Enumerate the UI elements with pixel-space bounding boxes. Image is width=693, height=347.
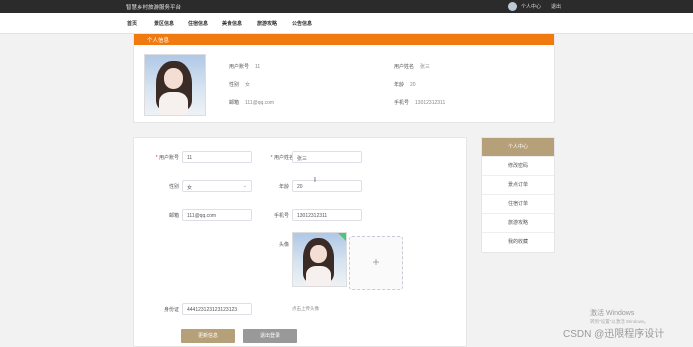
user-center-link[interactable]: 个人中心: [521, 3, 541, 10]
profile-account-label: 用户账号: [229, 64, 250, 70]
avatar-upload-button[interactable]: +: [349, 236, 403, 290]
profile-account: 用户账号 11: [229, 63, 260, 70]
text-cursor-icon: I: [314, 177, 316, 184]
logout-link[interactable]: 退出: [551, 3, 561, 10]
idcard-input[interactable]: 444123123123123123: [182, 303, 252, 315]
profile-age-value: 20: [410, 82, 416, 88]
gender-select[interactable]: 女 ⌄: [182, 180, 252, 192]
profile-email: 邮箱 111@qq.com: [229, 99, 274, 106]
side-menu-item-favorites[interactable]: 我的收藏: [482, 232, 554, 251]
profile-phone-value: 13012312311: [415, 100, 446, 106]
nav-item-lodging[interactable]: 住宿信息: [188, 20, 208, 27]
site-title: 智慧乡村旅游服务平台: [126, 5, 182, 11]
check-badge-icon: [338, 233, 346, 241]
profile-email-label: 邮箱: [229, 100, 240, 106]
profile-age-label: 年龄: [394, 82, 405, 88]
phone-input[interactable]: 13012312311: [292, 209, 362, 221]
profile-gender-value: 女: [245, 82, 251, 88]
side-menu-item-change-password[interactable]: 修改密码: [482, 156, 554, 175]
profile-info-card: 个人信息 用户账号 11 用户姓名 张三 性别女 年龄 20 邮箱 111@qq.com…: [133, 33, 555, 123]
phone-field-label: 手机号: [273, 213, 289, 219]
side-menu-item-user-center[interactable]: 个人中心: [482, 138, 554, 156]
profile-edit-form: * 用户账号 11 * 用户姓名 张三 性别 女 ⌄ 年龄 20 I 邮箱 11…: [133, 137, 467, 347]
age-field-label: 年龄: [278, 184, 289, 190]
plus-icon: +: [372, 255, 380, 269]
profile-name: 用户姓名 张三: [394, 63, 430, 70]
side-menu-item-lodging-orders[interactable]: 住宿订单: [482, 194, 554, 213]
account-input[interactable]: 11: [182, 151, 252, 163]
avatar-field-label: 头像: [278, 242, 289, 248]
profile-phone: 手机号 13012312311: [394, 99, 445, 106]
gender-select-value: 女: [187, 185, 193, 191]
logout-button[interactable]: 退出登录: [243, 329, 297, 343]
user-avatar[interactable]: [507, 2, 517, 11]
profile-name-label: 用户姓名: [394, 64, 415, 70]
profile-account-value: 11: [255, 64, 261, 70]
profile-gender-label: 性别: [229, 82, 240, 88]
nav-item-scenic[interactable]: 景区信息: [154, 20, 174, 27]
nav-item-home[interactable]: 首页: [127, 20, 137, 27]
name-input[interactable]: 张三: [292, 151, 362, 163]
account-field-label: * 用户账号: [155, 155, 179, 161]
email-input[interactable]: 111@qq.com: [182, 209, 252, 221]
windows-activation-title: 激活 Windows: [590, 310, 635, 317]
profile-name-value: 张三: [420, 64, 431, 70]
nav-item-notices[interactable]: 公告信息: [292, 20, 312, 27]
profile-card-title: 个人信息: [147, 38, 170, 44]
age-input[interactable]: 20: [292, 180, 362, 192]
profile-photo: [144, 54, 206, 116]
update-info-button[interactable]: 更新信息: [181, 329, 235, 343]
avatar-upload-hint: 点击上传头像: [292, 306, 319, 311]
side-menu-item-scenic-orders[interactable]: 景点订单: [482, 175, 554, 194]
user-side-menu: 个人中心 修改密码 景点订单 住宿订单 旅游攻略 我的收藏: [481, 137, 555, 253]
top-bar: 智慧乡村旅游服务平台 个人中心 退出: [0, 0, 693, 13]
gender-field-label: 性别: [168, 184, 179, 190]
profile-card-header: 个人信息: [134, 34, 554, 45]
nav-item-food[interactable]: 美食信息: [222, 20, 242, 27]
profile-phone-label: 手机号: [394, 100, 410, 106]
name-field-label: * 用户姓名: [270, 155, 294, 161]
side-menu-item-guides[interactable]: 旅游攻略: [482, 213, 554, 232]
profile-gender: 性别女: [229, 81, 250, 88]
avatar-preview[interactable]: [292, 232, 347, 287]
windows-activation-watermark: 激活 Windows 转到"设置"以激活 Windows。: [590, 308, 649, 325]
main-nav: 首页 景区信息 住宿信息 美食信息 旅游攻略 公告信息: [0, 13, 693, 34]
nav-item-guides[interactable]: 旅游攻略: [257, 20, 277, 27]
profile-age: 年龄 20: [394, 81, 416, 88]
profile-email-value: 111@qq.com: [245, 100, 275, 106]
idcard-field-label: 身份证: [163, 307, 179, 313]
email-field-label: 邮箱: [168, 213, 179, 219]
chevron-down-icon: ⌄: [242, 183, 247, 189]
top-bar-user: 个人中心 退出: [507, 2, 561, 11]
csdn-watermark: CSDN @迅限程序设计: [563, 329, 665, 340]
